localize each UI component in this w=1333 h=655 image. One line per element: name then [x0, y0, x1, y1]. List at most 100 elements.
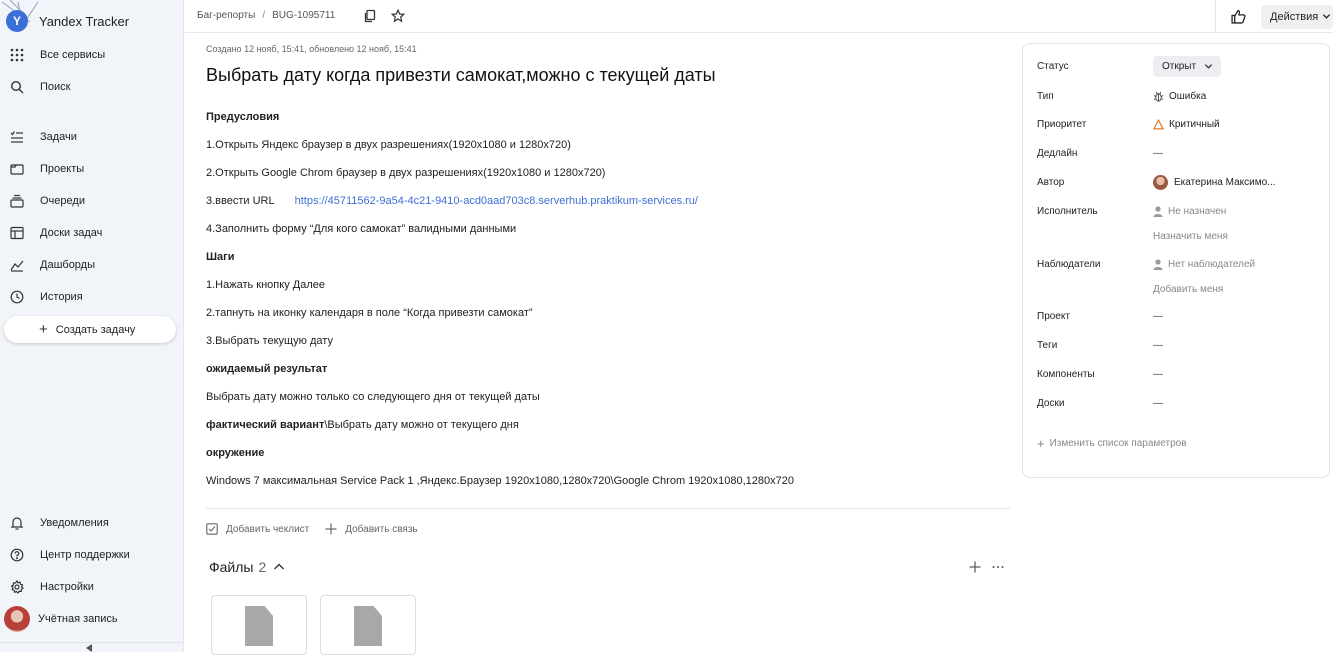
status-dropdown[interactable]: Открыт — [1153, 56, 1221, 77]
copy-icon[interactable] — [363, 9, 377, 23]
history-icon — [10, 290, 24, 304]
collapse-sidebar-icon[interactable] — [86, 644, 92, 652]
add-checklist-label: Добавить чеклист — [226, 524, 309, 535]
sidebar-item-all-services[interactable]: Все сервисы — [10, 45, 105, 65]
breadcrumb-separator: / — [262, 10, 265, 21]
sidebar-item-search[interactable]: Поиск — [10, 77, 70, 97]
files-section-header[interactable]: Файлы 2 — [209, 559, 285, 575]
description-line: 3.ввести URL https://45711562-9a54-4c21-9… — [206, 195, 698, 207]
grid-icon — [10, 48, 24, 62]
sidebar-item-label: История — [40, 291, 83, 303]
app-logo[interactable]: Y Yandex Tracker — [6, 10, 129, 32]
status-value: Открыт — [1162, 61, 1196, 72]
person-icon — [1153, 206, 1163, 217]
sidebar-item-history[interactable]: История — [10, 287, 83, 307]
description-line: 2.тапнуть на иконку календаря в поле “Ко… — [206, 307, 533, 319]
description-line: Выбрать дату можно только со следующего … — [206, 391, 540, 403]
create-task-button[interactable]: + Создать задачу — [4, 316, 176, 343]
actions-button[interactable]: Действия — [1261, 5, 1333, 29]
add-actions-row: Добавить чеклист Добавить связь — [206, 523, 434, 535]
search-icon — [10, 80, 24, 94]
author-label: Автор — [1037, 177, 1064, 188]
type-value: Ошибка — [1169, 91, 1206, 102]
sidebar-item-label: Задачи — [40, 131, 77, 143]
description-line: 2.Открыть Google Chrom браузер в двух ра… — [206, 167, 605, 179]
assignee-field[interactable]: Не назначен — [1153, 206, 1226, 217]
gear-icon — [10, 580, 24, 594]
sidebar-item-dashboards[interactable]: Дашборды — [10, 255, 95, 275]
project-label: Проект — [1037, 311, 1070, 322]
app-title: Yandex Tracker — [39, 14, 129, 29]
description-line: фактический вариант\Выбрать дату можно о… — [206, 419, 519, 431]
bell-icon — [10, 516, 24, 530]
project-value[interactable]: — — [1153, 311, 1163, 322]
sidebar-item-support[interactable]: Центр поддержки — [10, 545, 130, 565]
status-field[interactable]: Открыт — [1153, 56, 1221, 77]
add-link-button[interactable]: Добавить связь — [325, 523, 417, 535]
sidebar-item-settings[interactable]: Настройки — [10, 577, 94, 597]
files-label: Файлы — [209, 559, 253, 575]
breadcrumb-queue-link[interactable]: Баг-репорты — [197, 10, 255, 21]
boards-value[interactable]: — — [1153, 398, 1163, 409]
followers-value: Нет наблюдателей — [1168, 259, 1255, 270]
files-count: 2 — [258, 559, 266, 575]
add-file-icon[interactable] — [969, 561, 981, 573]
assign-me-link[interactable]: Назначить меня — [1153, 231, 1228, 242]
tasks-icon — [10, 130, 24, 144]
sidebar-item-projects[interactable]: Проекты — [10, 159, 84, 179]
critical-priority-icon — [1153, 119, 1164, 130]
avatar — [4, 606, 30, 632]
help-icon — [10, 548, 24, 562]
projects-icon — [10, 162, 24, 176]
issue-meta: Создано 12 нояб, 15:41, обновлено 12 ноя… — [206, 44, 417, 54]
plus-icon: + — [1037, 436, 1045, 451]
change-params-button[interactable]: + Изменить список параметров — [1037, 436, 1187, 451]
author-field[interactable]: Екатерина Максимо... — [1153, 175, 1276, 190]
issue-title[interactable]: Выбрать дату когда привезти самокат,можн… — [206, 65, 716, 86]
sidebar-item-queues[interactable]: Очереди — [10, 191, 85, 211]
bug-icon — [1153, 91, 1164, 102]
sidebar-item-label: Очереди — [40, 195, 85, 207]
sidebar-item-boards[interactable]: Доски задач — [10, 223, 102, 243]
sidebar-item-tasks[interactable]: Задачи — [10, 127, 77, 147]
sidebar-item-notifications[interactable]: Уведомления — [10, 513, 109, 533]
breadcrumb-issue-key[interactable]: BUG-1095711 — [272, 10, 335, 21]
description-heading: окружение — [206, 447, 264, 459]
sidebar-item-label: Уведомления — [40, 517, 109, 529]
description-text: 3.ввести URL — [206, 195, 275, 207]
sidebar-item-label: Все сервисы — [40, 49, 105, 61]
components-value[interactable]: — — [1153, 369, 1163, 380]
description-line: Windows 7 максимальная Service Pack 1 ,Я… — [206, 475, 794, 487]
add-checklist-button[interactable]: Добавить чеклист — [206, 523, 309, 535]
priority-value: Критичный — [1169, 119, 1220, 130]
chevron-down-icon — [1204, 62, 1213, 71]
heading-expected: ожидаемый результат — [206, 363, 327, 375]
components-label: Компоненты — [1037, 369, 1095, 380]
issue-main: Создано 12 нояб, 15:41, обновлено 12 ноя… — [185, 33, 1020, 652]
sidebar-item-account[interactable]: Учётная запись — [10, 609, 118, 629]
more-icon[interactable] — [991, 561, 1005, 573]
actions-label: Действия — [1270, 11, 1318, 23]
file-card[interactable] — [211, 595, 307, 655]
add-me-link[interactable]: Добавить меня — [1153, 284, 1223, 295]
type-field[interactable]: Ошибка — [1153, 91, 1206, 102]
divider — [206, 508, 1010, 509]
thumbs-up-icon — [1231, 9, 1246, 24]
deadline-label: Дедлайн — [1037, 148, 1077, 159]
sidebar-item-label: Учётная запись — [38, 613, 118, 625]
url-link[interactable]: https://45711562-9a54-4c21-9410-acd0aad7… — [295, 195, 698, 207]
followers-field[interactable]: Нет наблюдателей — [1153, 259, 1255, 270]
tags-value[interactable]: — — [1153, 340, 1163, 351]
file-card[interactable] — [320, 595, 416, 655]
chevron-up-icon — [273, 561, 285, 573]
sidebar-item-label: Центр поддержки — [40, 549, 130, 561]
deadline-value[interactable]: — — [1153, 148, 1163, 159]
add-link-label: Добавить связь — [345, 524, 417, 535]
star-icon[interactable] — [391, 9, 405, 23]
tracker-logo-icon: Y — [6, 10, 28, 32]
assignee-value: Не назначен — [1168, 206, 1226, 217]
file-icon — [354, 606, 382, 646]
like-button[interactable] — [1215, 0, 1261, 33]
priority-field[interactable]: Критичный — [1153, 119, 1220, 130]
top-bar: Баг-репорты / BUG-1095711 Действия — [185, 0, 1333, 33]
